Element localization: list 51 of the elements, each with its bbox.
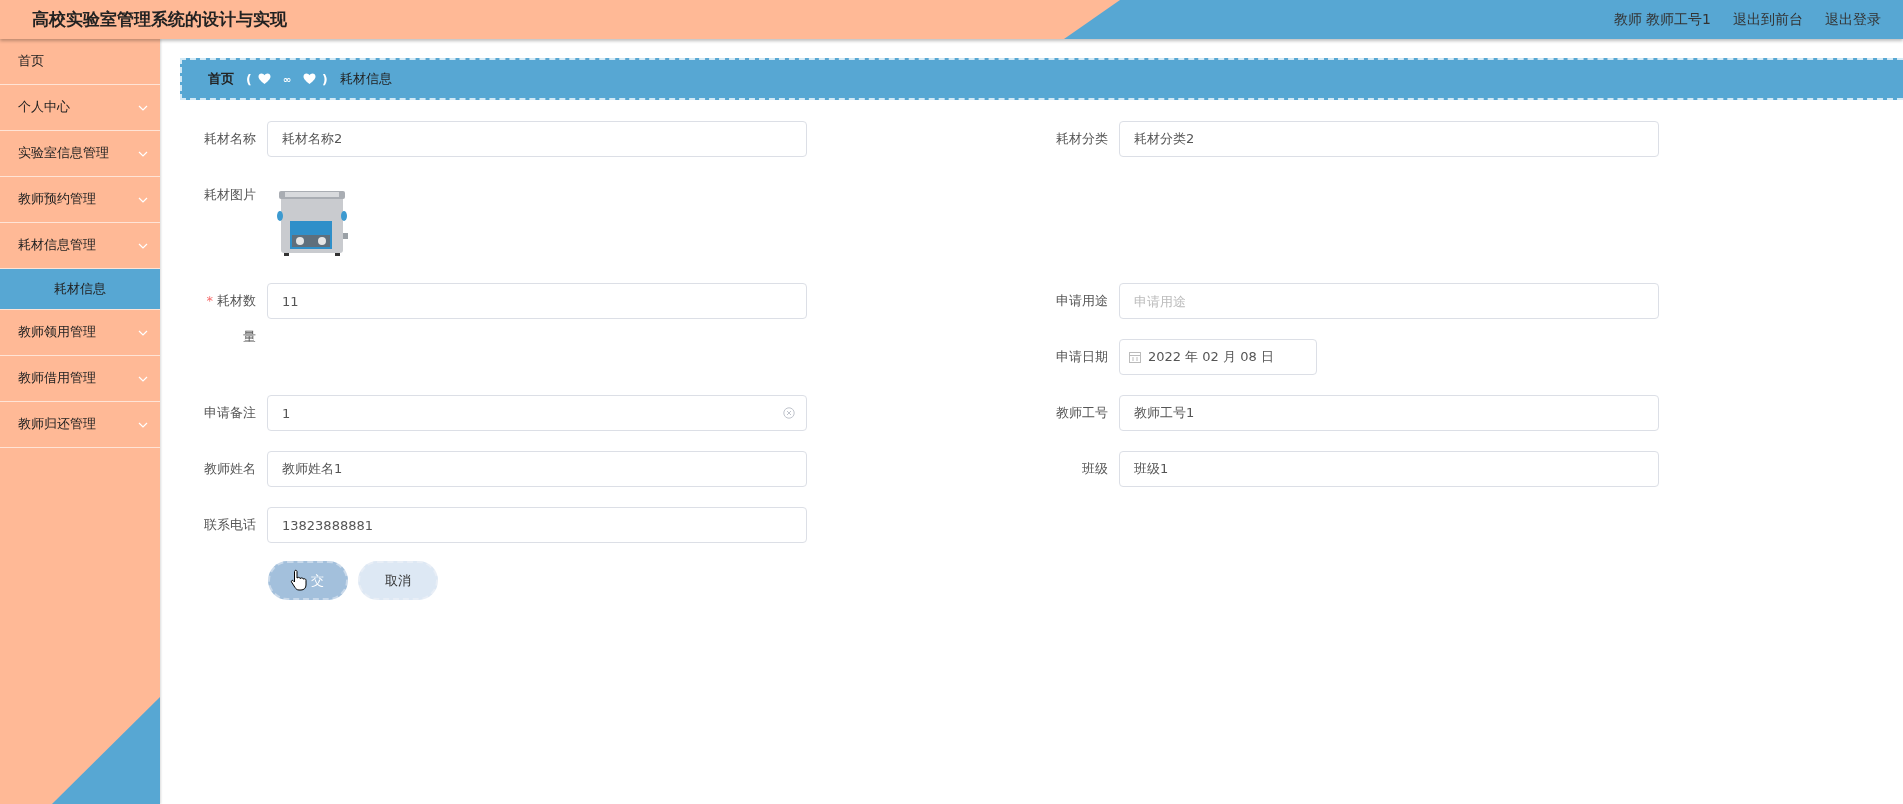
field-label: 耗材分类 xyxy=(1056,130,1108,148)
breadcrumb-current: 耗材信息 xyxy=(339,70,392,88)
input-field[interactable]: 申请用途 xyxy=(1119,283,1659,319)
user-label: 教师 教师工号1 xyxy=(1613,10,1711,29)
separator-mark: ∞ xyxy=(282,73,292,85)
chevron-down-icon xyxy=(138,196,148,203)
app-title: 高校实验室管理系统的设计与实现 xyxy=(32,8,287,31)
chevron-down-icon xyxy=(138,375,148,382)
chevron-down-icon xyxy=(138,242,148,249)
form-button[interactable]: 取消 xyxy=(358,561,438,600)
separator-mark: ) xyxy=(322,71,328,87)
sidebar-item[interactable]: 个人中心 xyxy=(0,85,160,131)
input-field[interactable]: 11 xyxy=(267,283,807,319)
field-label: 申请备注 xyxy=(204,404,256,422)
chevron-down-icon xyxy=(138,104,148,111)
field-label: * 耗材数量 xyxy=(205,292,256,346)
header-link[interactable]: 退出登录 xyxy=(1825,10,1881,29)
hand-cursor-icon xyxy=(290,569,308,591)
chevron-down-icon xyxy=(138,329,148,336)
sidebar-item[interactable]: 教师归还管理 xyxy=(0,402,160,448)
clear-icon[interactable] xyxy=(783,407,795,419)
field-label: 申请日期 xyxy=(1056,348,1108,366)
field-label: 耗材图片 xyxy=(204,186,256,204)
input-field[interactable]: 教师姓名1 xyxy=(267,451,807,487)
input-field[interactable]: 13823888881 xyxy=(267,507,807,543)
input-field[interactable]: 耗材分类2 xyxy=(1119,121,1659,157)
field-label: 申请用途 xyxy=(1056,292,1108,310)
separator-mark: ( xyxy=(246,71,252,87)
field-label: 教师工号 xyxy=(1056,404,1108,422)
field-label: 教师姓名 xyxy=(204,460,256,478)
sidebar-item[interactable]: 教师预约管理 xyxy=(0,177,160,223)
sidebar-subitem[interactable]: 耗材信息 xyxy=(0,269,160,310)
field-label: 耗材名称 xyxy=(204,130,256,148)
sidebar-item[interactable]: 教师借用管理 xyxy=(0,356,160,402)
heart-icon xyxy=(257,73,271,85)
chevron-down-icon xyxy=(138,421,148,428)
input-field[interactable]: 班级1 xyxy=(1119,451,1659,487)
input-field[interactable]: 1 xyxy=(267,395,807,431)
sidebar-item[interactable]: 首页 xyxy=(0,39,160,85)
field-label: 联系电话 xyxy=(204,516,256,534)
header-link[interactable]: 退出到前台 xyxy=(1733,10,1803,29)
input-field[interactable]: 2022 年 02 月 08 日 xyxy=(1119,339,1317,375)
field-label: 班级 xyxy=(1082,460,1108,478)
sidebar-item[interactable]: 教师领用管理 xyxy=(0,310,160,356)
calendar-icon xyxy=(1129,351,1141,363)
chevron-down-icon xyxy=(138,150,148,157)
heart-icon xyxy=(303,73,317,85)
input-field[interactable]: 教师工号1 xyxy=(1119,395,1659,431)
sidebar-item[interactable]: 实验室信息管理 xyxy=(0,131,160,177)
breadcrumb-link[interactable]: 首页 xyxy=(208,70,234,88)
input-field[interactable]: 耗材名称2 xyxy=(267,121,807,157)
